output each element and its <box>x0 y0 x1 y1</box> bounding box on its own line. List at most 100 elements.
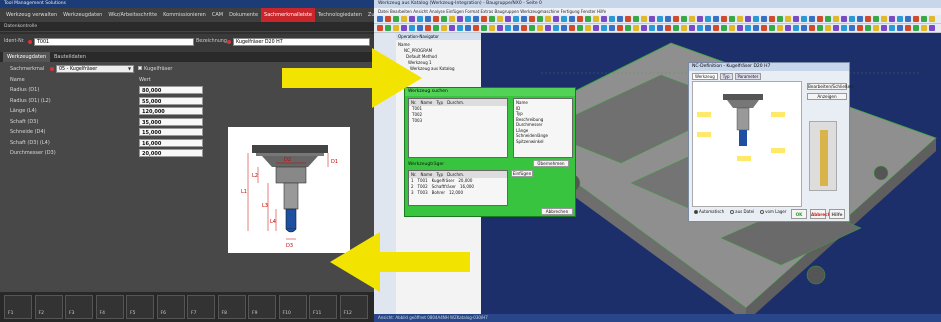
toolbar-icon[interactable] <box>417 25 423 31</box>
toolbar-icon[interactable] <box>633 16 639 22</box>
toolbar-icon[interactable] <box>857 25 863 31</box>
toolbar-icon[interactable] <box>833 25 839 31</box>
toolbar-icon[interactable] <box>713 16 719 22</box>
toolbar-icon[interactable] <box>505 16 511 22</box>
holder-row[interactable]: 3 T003 Bohrer 12,000 <box>409 190 507 196</box>
abbrechen-button[interactable]: Abbrechen <box>810 209 836 219</box>
radio-option[interactable]: aus Datei <box>730 209 754 214</box>
menu-item[interactable]: Kommissionieren <box>160 8 209 22</box>
ident-input[interactable]: T001 <box>34 38 194 46</box>
toolbar-icon[interactable] <box>601 16 607 22</box>
toolbar-icon[interactable] <box>729 16 735 22</box>
tab-typ[interactable]: Typ <box>719 73 733 80</box>
param-value-input[interactable]: 35,000 <box>139 117 203 126</box>
toolbar-icon[interactable] <box>585 25 591 31</box>
fkey-f12[interactable]: F12 <box>339 295 368 319</box>
toolbar-icon[interactable] <box>801 16 807 22</box>
toolbar-icon[interactable] <box>537 25 543 31</box>
toolbar-icon[interactable] <box>681 25 687 31</box>
toolbar-icon[interactable] <box>705 25 711 31</box>
toolbar-icon[interactable] <box>473 25 479 31</box>
toolbar-icon[interactable] <box>497 16 503 22</box>
toolbar-icon[interactable] <box>641 16 647 22</box>
toolbar-icon[interactable] <box>609 16 615 22</box>
toolbar-icon[interactable] <box>721 16 727 22</box>
toolbar-icon[interactable] <box>649 25 655 31</box>
toolbar-icon[interactable] <box>769 25 775 31</box>
radio-icon[interactable] <box>694 209 698 214</box>
toolbar-icon[interactable] <box>697 25 703 31</box>
toolbar-icon[interactable] <box>401 25 407 31</box>
toolbar-icon[interactable] <box>913 25 919 31</box>
toolbar-icon[interactable] <box>593 16 599 22</box>
toolbar-icon[interactable] <box>921 16 927 22</box>
toolbar-icon[interactable] <box>777 25 783 31</box>
toolbar-icon[interactable] <box>393 16 399 22</box>
toolbar-icon[interactable] <box>841 16 847 22</box>
toolbar-icon[interactable] <box>713 25 719 31</box>
toolbar-icon[interactable] <box>665 25 671 31</box>
toolbar-icon[interactable] <box>569 25 575 31</box>
toolbar-icon[interactable] <box>393 25 399 31</box>
toolbar-icon[interactable] <box>689 25 695 31</box>
toolbar-icon[interactable] <box>601 25 607 31</box>
toolbar-icon[interactable] <box>561 25 567 31</box>
fkey-f11[interactable]: F11 <box>309 295 337 319</box>
toolbar-icon[interactable] <box>657 25 663 31</box>
radio-icon[interactable] <box>730 209 735 214</box>
tab-bauteildaten[interactable]: Bauteildaten <box>50 52 90 62</box>
toolbar-icon[interactable] <box>785 16 791 22</box>
toolbar-icon[interactable] <box>761 16 767 22</box>
toolbar-icon[interactable] <box>857 16 863 22</box>
menu-item[interactable]: Technologiedaten <box>315 8 365 22</box>
toolbar-icon[interactable] <box>817 16 823 22</box>
toolbar-icon[interactable] <box>697 16 703 22</box>
param-value-input[interactable]: 120,000 <box>139 107 203 115</box>
toolbar-icon[interactable] <box>681 16 687 22</box>
menu-item[interactable]: Dokumente <box>226 8 261 22</box>
tool-row[interactable]: T003 <box>409 118 507 124</box>
toolbar-icon[interactable] <box>745 25 751 31</box>
apply-button[interactable]: Übernehmen <box>533 160 569 167</box>
toolbar-icon[interactable] <box>817 25 823 31</box>
toolbar-icon[interactable] <box>737 16 743 22</box>
toolbar-icon[interactable] <box>841 25 847 31</box>
toolbar-icon[interactable] <box>465 16 471 22</box>
toolbar-icon[interactable] <box>553 25 559 31</box>
toolbar-icon[interactable] <box>897 16 903 22</box>
toolbar-icon[interactable] <box>409 16 415 22</box>
toolbar-icon[interactable] <box>513 16 519 22</box>
toolbar-icon[interactable] <box>425 16 431 22</box>
toolbar-icon[interactable] <box>449 16 455 22</box>
menu-item[interactable]: Werkzeugdaten <box>60 8 105 22</box>
toolbar-icon[interactable] <box>433 25 439 31</box>
toolbar-icon[interactable] <box>521 25 527 31</box>
toolbar-icon[interactable] <box>417 16 423 22</box>
toolbar-icon[interactable] <box>889 25 895 31</box>
fkey-f2[interactable]: F2 <box>34 295 63 319</box>
toolbar-icon[interactable] <box>785 25 791 31</box>
ok-button[interactable]: OK <box>791 209 807 219</box>
toolbar-icon[interactable] <box>801 25 807 31</box>
param-value-input[interactable]: 16,000 <box>139 138 203 147</box>
radio-option[interactable]: vom Lager <box>760 209 786 214</box>
toolbar-icon[interactable] <box>649 16 655 22</box>
toolbar-icon[interactable] <box>873 16 879 22</box>
fkey-f9[interactable]: F9 <box>248 295 276 319</box>
radio-icon[interactable] <box>760 209 765 214</box>
toolbar-icon[interactable] <box>865 25 871 31</box>
fkey-f4[interactable]: F4 <box>95 295 124 319</box>
class-select[interactable]: 05 - Kugelfräser <box>56 65 134 73</box>
toolbar-icon[interactable] <box>457 25 463 31</box>
toolbar-icon[interactable] <box>913 16 919 22</box>
toolbar-icon[interactable] <box>385 16 391 22</box>
toolbar-icon[interactable] <box>905 25 911 31</box>
toolbar-icon[interactable] <box>641 25 647 31</box>
toolbar-icon[interactable] <box>529 16 535 22</box>
toolbar-icon[interactable] <box>577 25 583 31</box>
param-value-input[interactable]: 15,000 <box>139 128 203 136</box>
toolbar-icon[interactable] <box>897 25 903 31</box>
radio-option[interactable]: Automatisch <box>694 209 724 214</box>
toolbar-icon[interactable] <box>585 16 591 22</box>
description-input[interactable]: Kugelfräser D20 H7 <box>233 38 370 46</box>
